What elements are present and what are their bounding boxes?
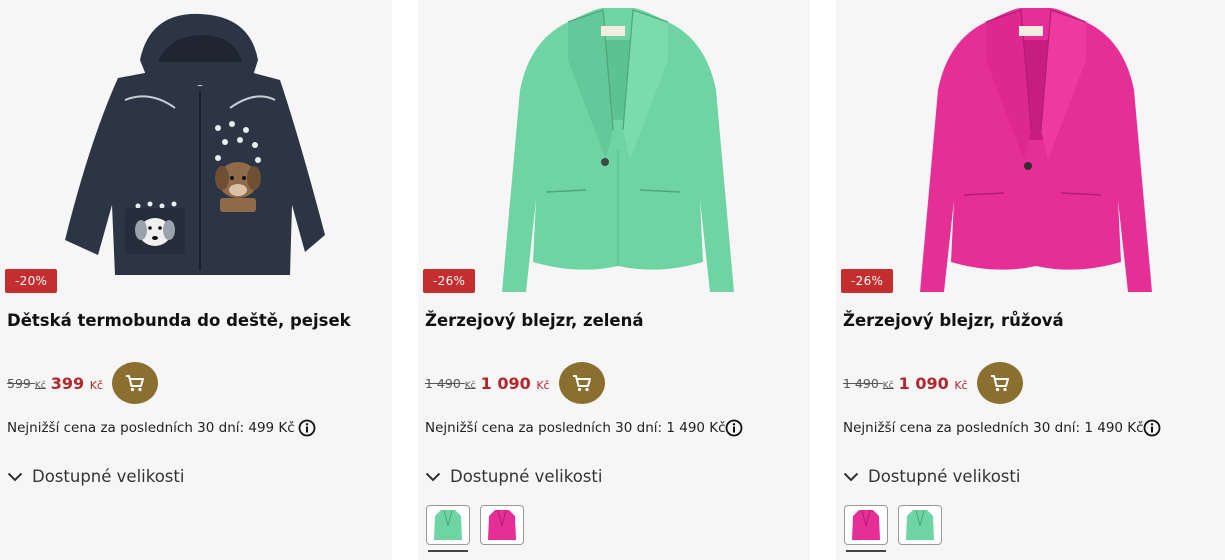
product-image[interactable]: -26% bbox=[418, 0, 810, 300]
add-to-cart-button[interactable] bbox=[111, 362, 158, 404]
info-icon[interactable] bbox=[725, 419, 743, 437]
product-card[interactable]: -26% Žerzejový blejzr, zelená 1 490 Kč 1… bbox=[418, 0, 810, 560]
available-sizes-toggle[interactable]: Dostupné velikosti bbox=[843, 467, 1020, 486]
pink-blazer-thumbnail bbox=[852, 509, 880, 540]
add-to-cart-button[interactable] bbox=[976, 362, 1023, 404]
available-sizes-toggle[interactable]: Dostupné velikosti bbox=[7, 467, 184, 486]
green-blazer-thumbnail bbox=[906, 509, 934, 540]
lowest-price-note: Nejnižší cena za posledních 30 dní: 1 49… bbox=[425, 420, 726, 436]
current-price: 1 090 Kč bbox=[898, 373, 968, 393]
green-blazer-thumbnail bbox=[434, 509, 462, 540]
available-sizes-label: Dostupné velikosti bbox=[32, 467, 185, 486]
product-card[interactable]: -26% Žerzejový blejzr, růžová 1 490 Kč 1… bbox=[836, 0, 1225, 560]
kids-rain-jacket-image bbox=[65, 13, 325, 275]
lowest-price-note: Nejnižší cena za posledních 30 dní: 499 … bbox=[7, 420, 295, 436]
product-title[interactable]: Žerzejový blejzr, zelená bbox=[425, 311, 644, 330]
discount-badge: -26% bbox=[841, 269, 894, 293]
discount-badge: -26% bbox=[423, 269, 476, 293]
selected-swatch-indicator bbox=[846, 550, 886, 552]
old-price: 1 490 Kč bbox=[425, 375, 476, 391]
lowest-price-note: Nejnižší cena za posledních 30 dní: 1 49… bbox=[843, 420, 1144, 436]
product-image[interactable]: -20% bbox=[0, 0, 392, 300]
price-row: 599 Kč 399 Kč bbox=[7, 362, 158, 404]
available-sizes-toggle[interactable]: Dostupné velikosti bbox=[425, 467, 602, 486]
green-blazer-image bbox=[502, 8, 734, 292]
available-sizes-label: Dostupné velikosti bbox=[450, 467, 603, 486]
current-price: 1 090 Kč bbox=[480, 373, 550, 393]
discount-badge: -20% bbox=[5, 269, 58, 293]
product-image[interactable]: -26% bbox=[836, 0, 1225, 300]
info-icon[interactable] bbox=[1143, 419, 1161, 437]
cart-icon bbox=[572, 375, 591, 392]
cart-icon bbox=[990, 375, 1009, 392]
old-price: 1 490 Kč bbox=[843, 375, 894, 391]
pink-blazer-thumbnail bbox=[488, 509, 516, 540]
chevron-down-icon bbox=[843, 472, 859, 481]
color-swatch-green[interactable] bbox=[898, 505, 942, 545]
color-swatch-green[interactable] bbox=[426, 505, 470, 545]
add-to-cart-button[interactable] bbox=[558, 362, 605, 404]
old-price: 599 Kč bbox=[7, 375, 46, 391]
color-swatch-pink[interactable] bbox=[844, 505, 888, 545]
cart-icon bbox=[125, 375, 144, 392]
selected-swatch-indicator bbox=[428, 550, 468, 552]
info-icon[interactable] bbox=[298, 419, 316, 437]
product-title[interactable]: Dětská termobunda do deště, pejsek bbox=[7, 311, 351, 330]
chevron-down-icon bbox=[7, 472, 23, 481]
pink-blazer-image bbox=[920, 8, 1152, 292]
price-row: 1 490 Kč 1 090 Kč bbox=[425, 362, 605, 404]
product-card[interactable]: -20% Dětská termobunda do deště, pejsek … bbox=[0, 0, 392, 560]
chevron-down-icon bbox=[425, 472, 441, 481]
color-swatch-pink[interactable] bbox=[480, 505, 524, 545]
current-price: 399 Kč bbox=[50, 373, 103, 393]
product-title[interactable]: Žerzejový blejzr, růžová bbox=[843, 311, 1064, 330]
price-row: 1 490 Kč 1 090 Kč bbox=[843, 362, 1023, 404]
available-sizes-label: Dostupné velikosti bbox=[868, 467, 1021, 486]
